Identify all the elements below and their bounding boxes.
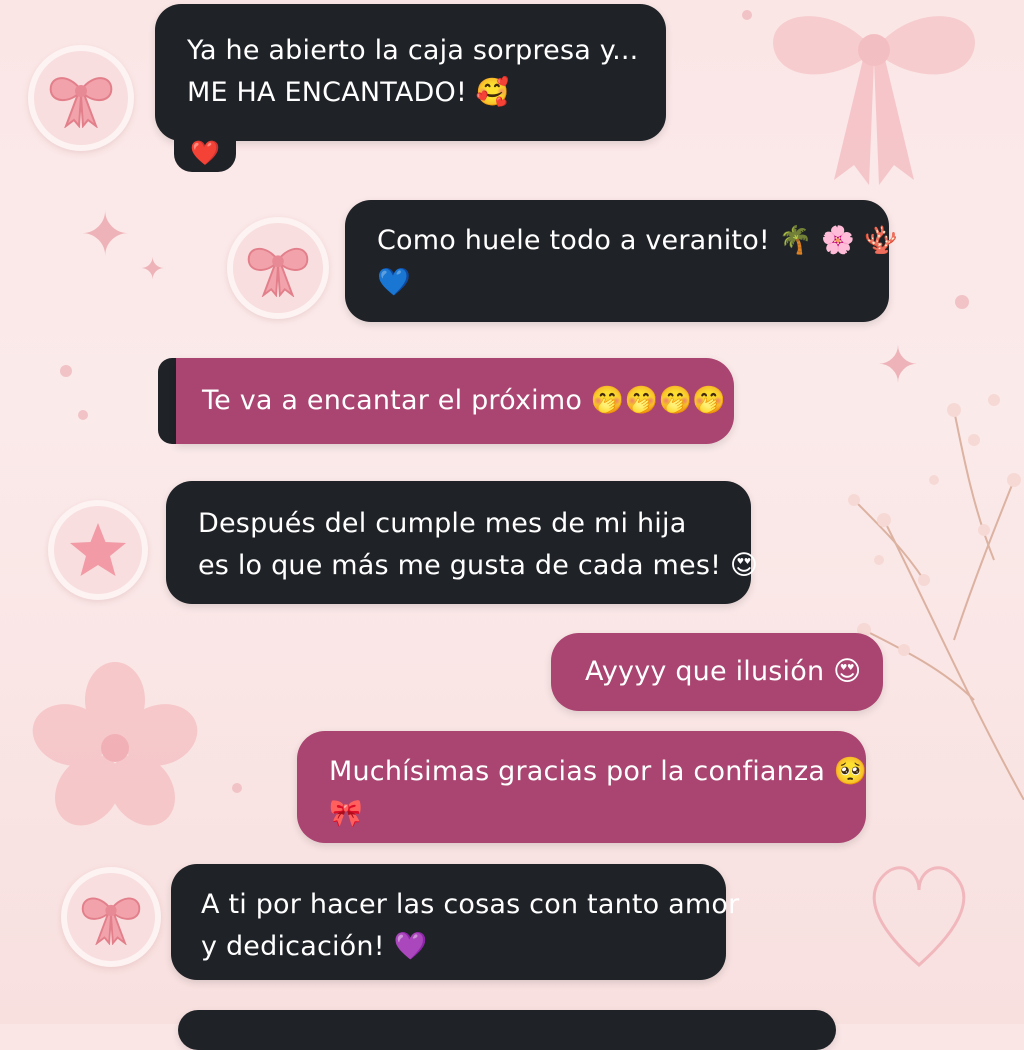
sparkle-icon: ✦ — [80, 200, 131, 270]
message-text: Como huele todo a veranito! 🌴 🌸 🪸 — [377, 225, 898, 256]
bow-decoration — [773, 16, 975, 185]
dot-decoration — [955, 295, 969, 309]
message-text: Después del cumple mes de mi hija — [198, 508, 687, 539]
message-bubble[interactable]: Ya he abierto la caja sorpresa y... ME H… — [155, 4, 666, 141]
reaction-heart[interactable]: ❤️ — [174, 134, 236, 172]
sparkle-icon: ✦ — [140, 252, 166, 287]
dot-decoration — [232, 783, 242, 793]
dot-decoration — [742, 10, 752, 20]
message-bubble[interactable]: Te va a encantar el próximo 🤭🤭🤭🤭 — [176, 358, 734, 444]
message-text: Ya he abierto la caja sorpresa y... — [187, 35, 639, 66]
message-bubble[interactable]: Después del cumple mes de mi hija es lo … — [166, 481, 759, 604]
bow-icon — [49, 77, 113, 128]
avatar[interactable] — [61, 867, 161, 967]
message-text: A ti por hacer las cosas con tanto amor — [201, 889, 740, 920]
dot-decoration — [78, 410, 88, 420]
message-text: Te va a encantar el próximo 🤭🤭🤭🤭 — [202, 385, 727, 416]
message-bubble[interactable]: Ayyyy que ilusión 😍 — [551, 633, 883, 711]
star-icon — [70, 523, 126, 576]
dot-decoration — [60, 365, 72, 377]
message-text: es lo que más me gusta de cada mes! 😍 — [198, 550, 759, 581]
message-text: Muchísimas gracias por la confianza 🥺 — [329, 756, 868, 787]
avatar[interactable] — [48, 500, 148, 600]
avatar[interactable] — [227, 217, 329, 319]
message-bubble[interactable]: Muchísimas gracias por la confianza 🥺 🎀 — [297, 731, 868, 843]
avatar[interactable] — [28, 45, 134, 151]
bow-icon — [247, 247, 309, 297]
message-text: Ayyyy que ilusión 😍 — [585, 656, 862, 687]
flower-decoration — [32, 662, 198, 826]
bow-icon — [81, 897, 141, 945]
message-bubble[interactable]: Como huele todo a veranito! 🌴 🌸 🪸 💙 — [345, 200, 898, 322]
message-text: y dedicación! 💜 — [201, 931, 428, 962]
heart-decoration — [872, 866, 966, 968]
message-text: 💙 — [377, 267, 411, 298]
message-bubble[interactable]: A ti por hacer las cosas con tanto amor … — [171, 864, 740, 980]
message-bubble[interactable] — [178, 1010, 836, 1050]
message-text: ME HA ENCANTADO! 🥰 — [187, 77, 510, 108]
sparkle-icon: ✦ — [877, 336, 919, 394]
message-text: 🎀 — [329, 798, 363, 829]
